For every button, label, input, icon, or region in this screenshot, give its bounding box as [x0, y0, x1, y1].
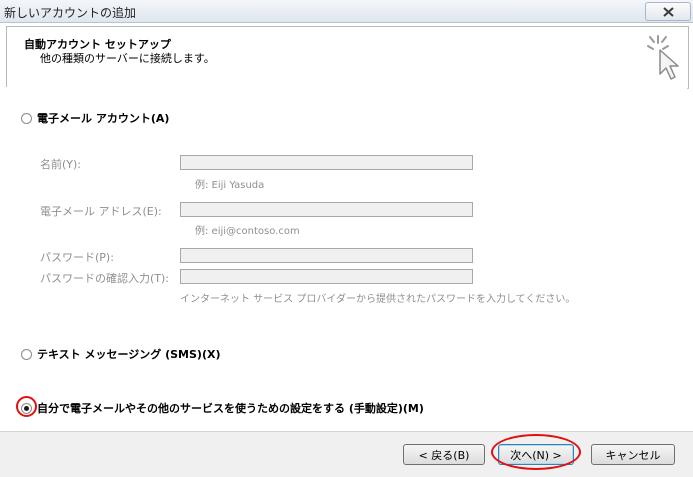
name-input[interactable] — [180, 155, 473, 170]
password-label: パスワード(P): — [40, 251, 114, 264]
name-hint: 例: Eiji Yasuda — [195, 180, 265, 191]
next-highlight-ellipse — [491, 434, 581, 470]
manual-setup-option[interactable]: 自分で電子メールやその他のサービスを使うための設定をする (手動設定)(M) — [21, 400, 424, 416]
password-input[interactable] — [180, 248, 473, 263]
email-input[interactable] — [180, 202, 473, 217]
manual-setup-label: 自分で電子メールやその他のサービスを使うための設定をする (手動設定)(M) — [37, 402, 424, 415]
window-title: 新しいアカウントの追加 — [4, 6, 137, 20]
email-account-radio[interactable] — [21, 112, 32, 124]
back-button[interactable]: < 戻る(B) — [403, 444, 485, 465]
email-hint: 例: eiji@contoso.com — [195, 226, 300, 237]
sms-label: テキスト メッセージング (SMS)(X) — [37, 348, 221, 361]
close-icon — [662, 6, 674, 17]
wizard-header: 自動アカウント セットアップ 他の種類のサーバーに接続します。 — [6, 26, 689, 89]
name-label: 名前(Y): — [40, 158, 82, 171]
header-subtitle: 他の種類のサーバーに接続します。 — [40, 52, 215, 65]
wizard-body: 電子メール アカウント(A) 名前(Y): 例: Eiji Yasuda 電子メ… — [6, 87, 687, 424]
password-confirm-label: パスワードの確認入力(T): — [40, 272, 170, 285]
email-label: 電子メール アドレス(E): — [40, 205, 162, 218]
title-bar: 新しいアカウントの追加 — [0, 0, 693, 23]
password-hint: インターネット サービス プロバイダーから提供されたパスワードを入力してください… — [180, 294, 576, 305]
email-account-label: 電子メール アカウント(A) — [37, 112, 170, 125]
sms-option[interactable]: テキスト メッセージング (SMS)(X) — [21, 346, 221, 362]
sparkle-cursor-icon — [647, 35, 679, 80]
close-button[interactable] — [645, 2, 691, 21]
wizard-footer: < 戻る(B) 次へ(N) > キャンセル — [0, 431, 693, 477]
email-account-option[interactable]: 電子メール アカウント(A) — [21, 110, 169, 126]
radio-highlight-circle — [16, 396, 37, 417]
password-confirm-input[interactable] — [180, 269, 473, 284]
sms-radio[interactable] — [21, 348, 32, 360]
cancel-button[interactable]: キャンセル — [591, 444, 675, 465]
